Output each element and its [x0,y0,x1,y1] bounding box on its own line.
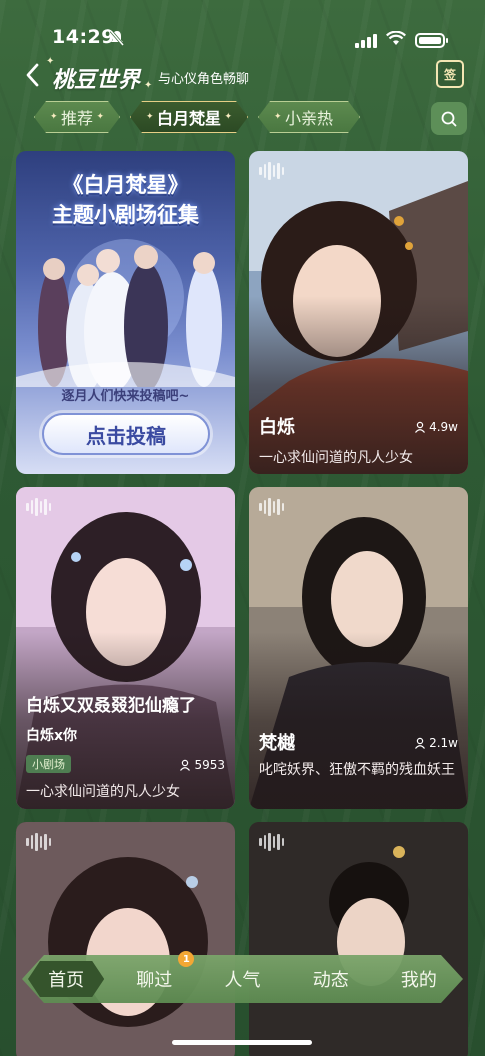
category-tabs: ✦ 推荐 ✦ ✦ 白月梵星 ✦ ✦ 小亲热 [34,101,420,135]
story-card-baishuo[interactable]: 白烁又双叒叕犯仙瘾了 白烁x你 小剧场 5953 一心求仙问道的凡人少女 [16,487,235,809]
character-name: 白烁 [259,417,295,438]
tab-label: 白月梵星 [157,109,222,128]
wifi-icon [386,30,406,50]
bell-muted-icon [109,30,125,50]
promo-card[interactable]: 《白月梵星》 主题小剧场征集 逐月人们快来投稿吧~ 点击投稿 [16,151,235,474]
promo-subtitle: 主题小剧场征集 [52,202,199,227]
character-card-baishuo[interactable]: 白烁 4.9w 一心求仙问道的凡人少女 [249,151,468,474]
tab-label: 小亲热 [285,109,334,128]
person-icon [180,759,191,771]
nav-home[interactable]: 首页 [22,959,110,999]
nav-profile[interactable]: 我的 [375,959,463,999]
promo-title: 《白月梵星》 [62,172,189,197]
chat-count-value: 5953 [194,758,225,772]
status-time: 14:29 [52,26,115,48]
person-icon [415,737,426,749]
tab-recommend[interactable]: ✦ 推荐 ✦ [34,101,120,133]
sparkle-icon: ✦ [50,112,58,122]
character-portrait [249,822,468,1056]
audio-wave-icon [259,832,284,852]
character-description: 一心求仙问道的凡人少女 [26,784,180,800]
back-button[interactable] [20,60,44,90]
home-indicator [172,1040,312,1045]
bottom-nav: 首页 聊过 1 人气 动态 我的 [22,951,463,1003]
story-title: 白烁又双叒叕犯仙瘾了 [26,696,196,716]
person-icon [415,421,426,433]
tab-xiaoqinre[interactable]: ✦ 小亲热 [258,101,360,133]
sparkle-icon: ✦ [144,80,153,91]
audio-wave-icon [259,161,284,181]
chat-count: 2.1w [414,736,458,750]
story-badge: 小剧场 [26,755,71,773]
signal-icon [355,33,377,48]
chat-count-value: 2.1w [429,736,458,750]
audio-wave-icon [26,832,51,852]
submit-button[interactable]: 点击投稿 [42,413,210,455]
character-portrait [16,822,235,1056]
header: ✦ 桃豆世界 ✦ 与心仪角色畅聊 签 [0,56,485,96]
character-name: 梵樾 [259,733,295,754]
sparkle-icon: ✦ [224,112,233,122]
character-card-partial[interactable] [249,822,468,1056]
chevron-left-icon [26,63,39,87]
story-subtitle: 白烁x你 [26,728,78,744]
audio-wave-icon [26,497,51,517]
character-card-fanyue[interactable]: 梵樾 2.1w 叱咤妖界、狂傲不羁的残血妖王 [249,487,468,809]
promo-tagline: 逐月人们快来投稿吧~ [61,389,190,404]
audio-wave-icon [259,497,284,517]
status-bar: 14:29 [0,0,485,56]
card-gradient [249,631,468,809]
nav-label: 人气 [224,970,261,991]
app-title: 桃豆世界 [52,67,141,93]
nav-feed[interactable]: 动态 [287,959,375,999]
character-description: 一心求仙问道的凡人少女 [259,450,413,466]
search-icon [441,111,457,126]
sparkle-icon: ✦ [96,112,105,122]
nav-popular[interactable]: 人气 [198,959,286,999]
nav-label: 聊过 [136,970,173,991]
nav-label: 动态 [312,970,349,991]
nav-chats[interactable]: 聊过 1 [110,951,198,999]
promo-cast-illustration [16,239,235,387]
nav-label: 我的 [400,970,437,991]
character-card-partial[interactable] [16,822,235,1056]
chat-count-value: 4.9w [429,420,458,434]
search-button[interactable] [431,102,467,135]
chat-count: 5953 [179,758,225,772]
chat-count: 4.9w [414,420,458,434]
tab-label: 推荐 [61,109,94,128]
sparkle-icon: ✦ [146,112,154,122]
sparkle-icon: ✦ [274,112,282,122]
app-subtitle: 与心仪角色畅聊 [158,72,250,87]
character-description: 叱咤妖界、狂傲不羁的残血妖王 [259,762,455,778]
nav-label: 首页 [48,970,85,991]
checkin-button[interactable]: 签 [436,60,464,88]
notification-badge: 1 [178,951,195,967]
tab-baiyue-fanxing[interactable]: ✦ 白月梵星 ✦ [130,101,248,133]
battery-icon [415,33,448,48]
